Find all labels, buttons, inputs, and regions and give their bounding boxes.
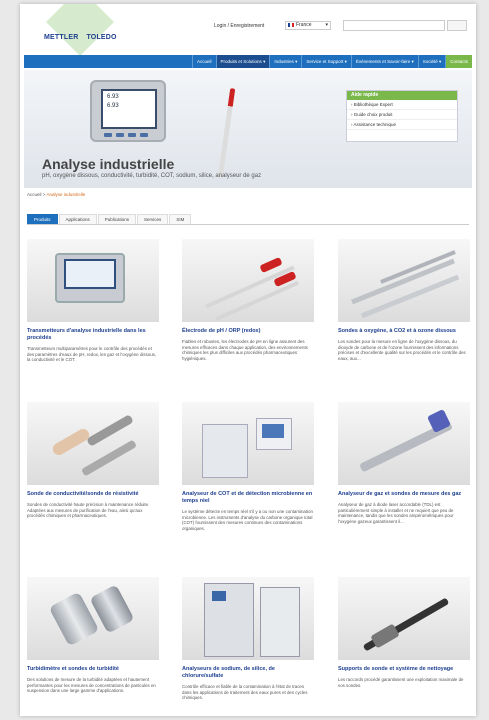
quick-link-guide[interactable]: › Guide choix produit bbox=[347, 110, 457, 120]
product-description: Analyseur de gaz à diode laser accordabl… bbox=[338, 502, 454, 524]
logo-text: METTLER TOLEDO bbox=[44, 34, 117, 41]
nav-item-industries[interactable]: Industries ▾ bbox=[269, 55, 301, 68]
product-title[interactable]: Sondes à oxygène, à CO2 et à ozone disso… bbox=[338, 328, 470, 335]
login-link[interactable]: Login / Enregistrement bbox=[214, 23, 264, 29]
search-input[interactable] bbox=[343, 20, 445, 31]
product-description: Les sondes pour la mesure en ligne de l'… bbox=[338, 339, 466, 361]
analyzer-cabinet bbox=[202, 424, 248, 478]
logo-diamond-shape bbox=[46, 4, 114, 56]
ph-probe-image bbox=[217, 88, 236, 178]
quick-link-library[interactable]: › Bibliothèque Expert bbox=[347, 100, 457, 110]
device-key bbox=[116, 133, 124, 137]
product-card[interactable]: Supports de sonde et système de nettoyag… bbox=[338, 577, 470, 688]
breadcrumb-home[interactable]: Accueil bbox=[27, 192, 42, 197]
screen-reading-1: 6.93 bbox=[107, 94, 119, 100]
device-key bbox=[140, 133, 148, 137]
nav-item-contacts[interactable]: Contacts bbox=[445, 55, 472, 68]
nav-item-products[interactable]: Produits et Solutions ▾ bbox=[215, 55, 270, 68]
transmitter-display bbox=[64, 259, 116, 289]
transmitter-image: 6.93 6.93 bbox=[90, 80, 166, 142]
product-card[interactable]: Analyseur de COT et de détection microbi… bbox=[182, 402, 314, 531]
sensor-body bbox=[50, 426, 92, 458]
breadcrumb-current: Analyse industrielle bbox=[46, 192, 86, 197]
product-description: Fiables et robustes, les électrodes de p… bbox=[182, 339, 308, 361]
product-image-sensor-housing[interactable] bbox=[338, 577, 470, 660]
housing-body bbox=[370, 623, 400, 649]
tab-sim[interactable]: SIM bbox=[169, 214, 192, 224]
product-image-toc-analyzer[interactable] bbox=[182, 402, 314, 485]
product-image-gas-analyzer[interactable] bbox=[338, 402, 470, 485]
tab-products[interactable]: Produits bbox=[27, 214, 58, 224]
product-description: Les raccords procédé garantissent une ex… bbox=[338, 677, 464, 688]
nav-item-service[interactable]: Service et Support ▾ bbox=[301, 55, 351, 68]
product-title[interactable]: Supports de sonde et système de nettoyag… bbox=[338, 666, 470, 673]
device-key bbox=[104, 133, 112, 137]
quick-help-title: Aide rapide bbox=[347, 91, 457, 100]
chevron-down-icon: ▾ bbox=[325, 22, 328, 28]
product-title[interactable]: Électrode de pH / ORP (redox) bbox=[182, 328, 314, 335]
nav-item-events[interactable]: Événements et Savoir-faire ▾ bbox=[350, 55, 418, 68]
product-image-conductivity[interactable] bbox=[27, 402, 159, 485]
product-title[interactable]: Analyseur de gaz et sondes de mesure des… bbox=[338, 491, 470, 498]
product-image-sodium-analyzer[interactable] bbox=[182, 577, 314, 660]
tab-services[interactable]: Services bbox=[137, 214, 169, 224]
nav-item-company[interactable]: Société ▾ bbox=[417, 55, 446, 68]
product-image-turbidity[interactable] bbox=[27, 577, 159, 660]
product-card[interactable]: Turbidimètre et sondes de turbidité Des … bbox=[27, 577, 159, 694]
tab-applications[interactable]: Applications bbox=[58, 214, 97, 224]
tab-bar: Produits Applications Publications Servi… bbox=[27, 214, 469, 225]
hero-title: Analyse industrielle bbox=[42, 156, 175, 172]
product-title[interactable]: Analyseur de COT et de détection microbi… bbox=[182, 491, 314, 505]
screen-reading-2: 6.93 bbox=[107, 103, 119, 109]
analyzer-display bbox=[212, 591, 226, 601]
device-key bbox=[128, 133, 136, 137]
mettler-toledo-logo[interactable]: METTLER TOLEDO bbox=[42, 4, 134, 56]
product-card[interactable]: Analyseurs de sodium, de silice, de chlo… bbox=[182, 577, 314, 701]
product-card[interactable]: Sondes à oxygène, à CO2 et à ozone disso… bbox=[338, 239, 470, 361]
search-button[interactable] bbox=[447, 20, 467, 31]
product-image-oxygen-sensors[interactable] bbox=[338, 239, 470, 322]
product-description: Sondes de conductivité haute précision à… bbox=[27, 502, 150, 519]
product-description: Transmetteurs multiparamètres pour le co… bbox=[27, 346, 157, 363]
language-select[interactable]: France ▾ bbox=[285, 21, 331, 30]
product-image-transmitter[interactable] bbox=[27, 239, 159, 322]
product-card[interactable]: Sonde de conductivité/sonde de résistivi… bbox=[27, 402, 159, 519]
product-title[interactable]: Turbidimètre et sondes de turbidité bbox=[27, 666, 159, 673]
page: METTLER TOLEDO Login / Enregistrement Fra… bbox=[20, 4, 476, 716]
tab-publications[interactable]: Publications bbox=[97, 214, 137, 224]
electrode-shaft bbox=[215, 280, 299, 322]
analyzer-screen bbox=[262, 424, 284, 438]
product-description: Des solutions de mesure de la turbidité … bbox=[27, 677, 156, 694]
quick-link-support[interactable]: › Assistance technique bbox=[347, 120, 457, 130]
hero-banner: 6.93 6.93 Analyse industrielle pH, oxygè… bbox=[24, 70, 472, 188]
analyzer-panel bbox=[260, 587, 300, 657]
product-card[interactable]: Transmetteurs d'analyse industrielle dan… bbox=[27, 239, 159, 363]
top-bar: METTLER TOLEDO Login / Enregistrement Fra… bbox=[20, 4, 476, 56]
nav-item-home[interactable]: Accueil bbox=[192, 55, 216, 68]
product-title[interactable]: Analyseurs de sodium, de silice, de chlo… bbox=[182, 666, 314, 680]
product-title[interactable]: Sonde de conductivité/sonde de résistivi… bbox=[27, 491, 159, 498]
transmitter-screen: 6.93 6.93 bbox=[101, 89, 157, 129]
main-nav: Accueil Produits et Solutions ▾ Industri… bbox=[24, 55, 472, 68]
breadcrumb: Accueil > Analyse industrielle bbox=[27, 192, 85, 197]
language-label: France bbox=[296, 22, 312, 28]
product-card[interactable]: Électrode de pH / ORP (redox) Fiables et… bbox=[182, 239, 314, 361]
product-card[interactable]: Analyseur de gaz et sondes de mesure des… bbox=[338, 402, 470, 524]
product-description: Contrôle efficace et fiable de la contam… bbox=[182, 684, 308, 701]
hero-subtitle: pH, oxygène dissous, conductivité, turbi… bbox=[42, 173, 262, 179]
quick-help-box: Aide rapide › Bibliothèque Expert › Guid… bbox=[346, 90, 458, 142]
product-description: Le système détecte en temps réel s'il y … bbox=[182, 509, 313, 531]
product-image-ph-electrode[interactable] bbox=[182, 239, 314, 322]
product-title[interactable]: Transmetteurs d'analyse industrielle dan… bbox=[27, 328, 159, 342]
france-flag-icon bbox=[288, 22, 294, 27]
